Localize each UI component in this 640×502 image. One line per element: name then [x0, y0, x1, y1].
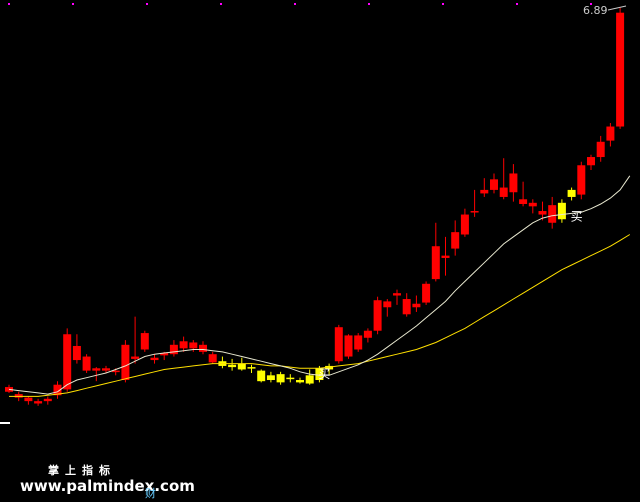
candle-body: [509, 173, 518, 193]
candle-body: [383, 301, 392, 308]
candle-body: [169, 344, 178, 355]
candle-body: [266, 375, 275, 381]
candle-body: [247, 367, 256, 369]
price-pointer: [607, 5, 627, 11]
candle-body: [43, 398, 52, 402]
top-grid-dots: [8, 3, 592, 5]
candle-body: [344, 335, 353, 357]
candle-body: [72, 345, 81, 361]
candlestick-chart: 买买 6.89: [0, 3, 631, 424]
candle-body: [199, 344, 207, 352]
candle-body: [528, 202, 537, 207]
candle-body: [286, 377, 295, 380]
candle-body: [208, 354, 217, 363]
candle-body: [499, 187, 508, 197]
candle-body: [354, 335, 363, 350]
candle-body: [431, 246, 440, 280]
candle-body: [150, 357, 159, 361]
candle-body: [393, 293, 401, 296]
grid-dot: [220, 3, 222, 5]
candle-body: [490, 179, 498, 190]
candle-body: [34, 401, 43, 404]
candle-body: [334, 327, 343, 362]
candle-body: [460, 214, 469, 235]
grid-dot: [294, 3, 296, 5]
buy-signal-label: 买: [571, 210, 583, 224]
candle-body: [140, 333, 149, 350]
candle-body: [82, 356, 91, 371]
candle-body: [363, 330, 372, 338]
candle-body: [596, 141, 605, 158]
candle-body: [237, 363, 246, 370]
price-label: 6.89: [583, 4, 608, 17]
grid-dot: [8, 3, 10, 5]
candle-body: [24, 397, 33, 402]
grid-dot: [442, 3, 444, 5]
candle-body: [373, 300, 382, 331]
candle-body: [63, 334, 72, 390]
candles-layer: [5, 8, 625, 406]
candle-body: [441, 255, 450, 258]
candle-body: [577, 165, 586, 195]
grid-dot: [146, 3, 148, 5]
candle-body: [519, 199, 528, 204]
candle-body: [228, 364, 237, 368]
candle-body: [412, 303, 421, 308]
candle-body: [548, 205, 557, 223]
chart-stage: 买买 6.89 掌上指标 www.palmindex.com 财: [0, 0, 640, 502]
watermark-url: www.palmindex.com: [20, 477, 195, 495]
candle-body: [189, 342, 198, 349]
candle-body: [557, 202, 566, 220]
candle-body: [14, 394, 23, 398]
candle-body: [606, 126, 615, 141]
watermark-sub: 财: [145, 487, 156, 500]
candle-body: [257, 370, 266, 382]
candle-body: [121, 344, 130, 381]
candle-body: [296, 380, 304, 383]
buy-signal-label: 买: [318, 367, 330, 381]
candle-body: [102, 368, 110, 371]
watermark-title: 掌上指标: [48, 464, 116, 477]
candle-body: [276, 374, 285, 383]
candle-body: [567, 189, 576, 197]
candle-body: [92, 368, 101, 371]
candle-body: [422, 283, 431, 303]
candle-body: [402, 299, 411, 315]
candle-body: [131, 356, 140, 359]
candle-body: [451, 232, 460, 249]
candle-body: [538, 211, 547, 215]
grid-dot: [516, 3, 518, 5]
candle-body: [616, 12, 625, 127]
grid-dot: [72, 3, 74, 5]
candle-body: [305, 375, 314, 384]
candle-body: [587, 157, 595, 166]
candle-body: [480, 189, 489, 194]
candle-body: [470, 211, 479, 213]
candle-body: [179, 341, 188, 349]
grid-dot: [368, 3, 370, 5]
